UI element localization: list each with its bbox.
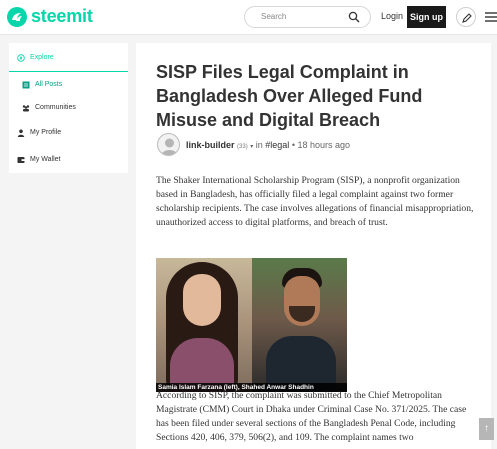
post-title: SISP Files Legal Complaint in Bangladesh…	[156, 62, 423, 130]
pencil-icon	[462, 13, 472, 23]
posts-icon	[22, 81, 30, 89]
signup-button[interactable]: Sign up	[407, 6, 446, 28]
sidebar-item-explore[interactable]: Explore	[9, 48, 128, 68]
search-input[interactable]: Search	[261, 12, 286, 21]
sidebar-item-label: My Wallet	[30, 156, 61, 163]
meta-separator: •	[291, 140, 295, 150]
sidebar-item-label: My Profile	[30, 129, 62, 136]
logo-text[interactable]: steemit	[31, 6, 93, 27]
steemit-logo-icon[interactable]	[7, 7, 27, 27]
sidebar-item-label: Explore	[30, 54, 54, 61]
author-link[interactable]: link-builder	[186, 140, 235, 150]
author-reputation: (33)	[237, 144, 248, 150]
sidebar-item-wallet[interactable]: My Wallet	[9, 150, 128, 170]
post-time[interactable]: 18 hours ago	[298, 140, 351, 150]
post-paragraph: The Shaker International Scholarship Pro…	[156, 175, 474, 228]
compass-icon	[17, 54, 25, 62]
in-label: in	[255, 140, 263, 150]
sidebar-item-label: All Posts	[35, 81, 63, 88]
post-card: SISP Files Legal Complaint in Bangladesh…	[136, 43, 491, 449]
category-link[interactable]: #legal	[265, 140, 289, 150]
photo-right-person	[252, 258, 347, 392]
search-icon[interactable]	[348, 11, 360, 23]
top-header: steemit Search Login Sign up	[0, 0, 497, 35]
hamburger-menu-icon[interactable]	[484, 11, 497, 23]
wallet-icon	[17, 157, 25, 163]
communities-icon	[22, 105, 30, 112]
sidebar-item-label: Communities	[35, 104, 76, 111]
sidebar-item-all-posts[interactable]: All Posts	[9, 75, 128, 95]
default-avatar-icon	[161, 138, 178, 155]
post-image: Samia Islam Farzana (left), Shahed Anwar…	[156, 258, 347, 392]
post-meta: link-builder (33) ▾ in #legal • 18 hours…	[186, 140, 350, 150]
login-link[interactable]: Login	[381, 11, 403, 21]
scroll-top-button[interactable]: ↑	[479, 418, 494, 440]
sidebar: Explore All Posts Communities My Profile	[9, 43, 128, 173]
submit-story-button[interactable]	[456, 7, 476, 27]
search-box[interactable]: Search	[244, 6, 371, 28]
post-paragraph: According to SISP, the complaint was sub…	[156, 390, 467, 443]
avatar[interactable]	[157, 133, 180, 156]
photo-left-person	[156, 258, 252, 392]
chevron-down-icon[interactable]: ▾	[250, 144, 253, 150]
sidebar-item-communities[interactable]: Communities	[9, 98, 128, 118]
active-underline	[9, 71, 128, 72]
sidebar-item-profile[interactable]: My Profile	[9, 123, 128, 143]
user-icon	[17, 129, 25, 137]
